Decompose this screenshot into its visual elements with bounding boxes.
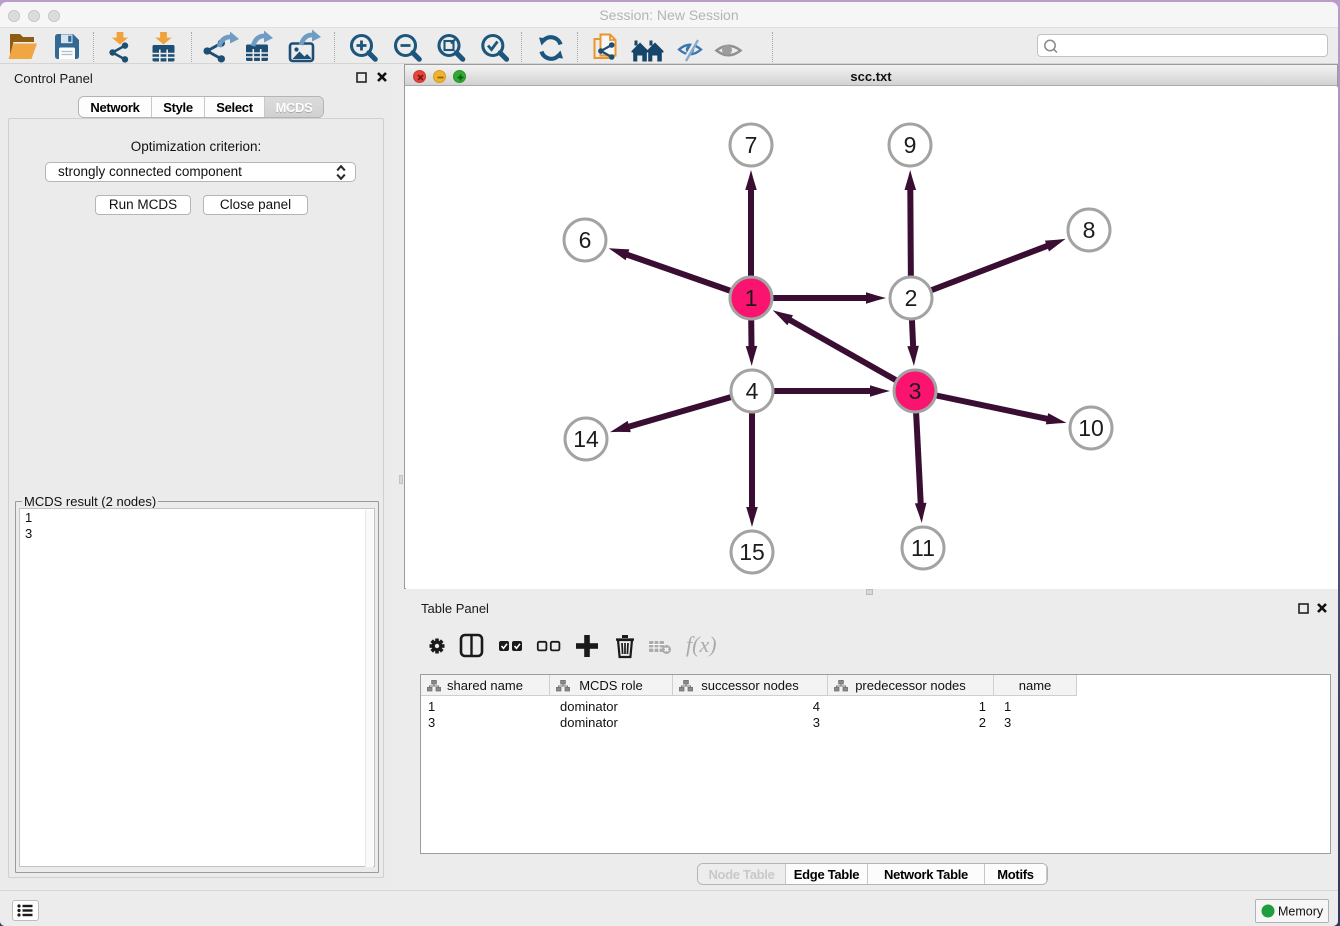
svg-text:9: 9 xyxy=(904,132,917,158)
svg-text:10: 10 xyxy=(1078,415,1104,441)
svg-text:14: 14 xyxy=(573,426,599,452)
svg-text:3: 3 xyxy=(909,378,922,404)
svg-text:8: 8 xyxy=(1083,217,1096,243)
svg-text:11: 11 xyxy=(911,535,935,561)
svg-text:Memory: Memory xyxy=(1278,905,1324,919)
svg-text:2: 2 xyxy=(905,285,918,311)
svg-text:6: 6 xyxy=(579,227,592,253)
svg-text:1: 1 xyxy=(745,285,758,311)
svg-text:7: 7 xyxy=(745,132,758,158)
svg-text:4: 4 xyxy=(746,378,759,404)
svg-text:15: 15 xyxy=(739,539,765,565)
